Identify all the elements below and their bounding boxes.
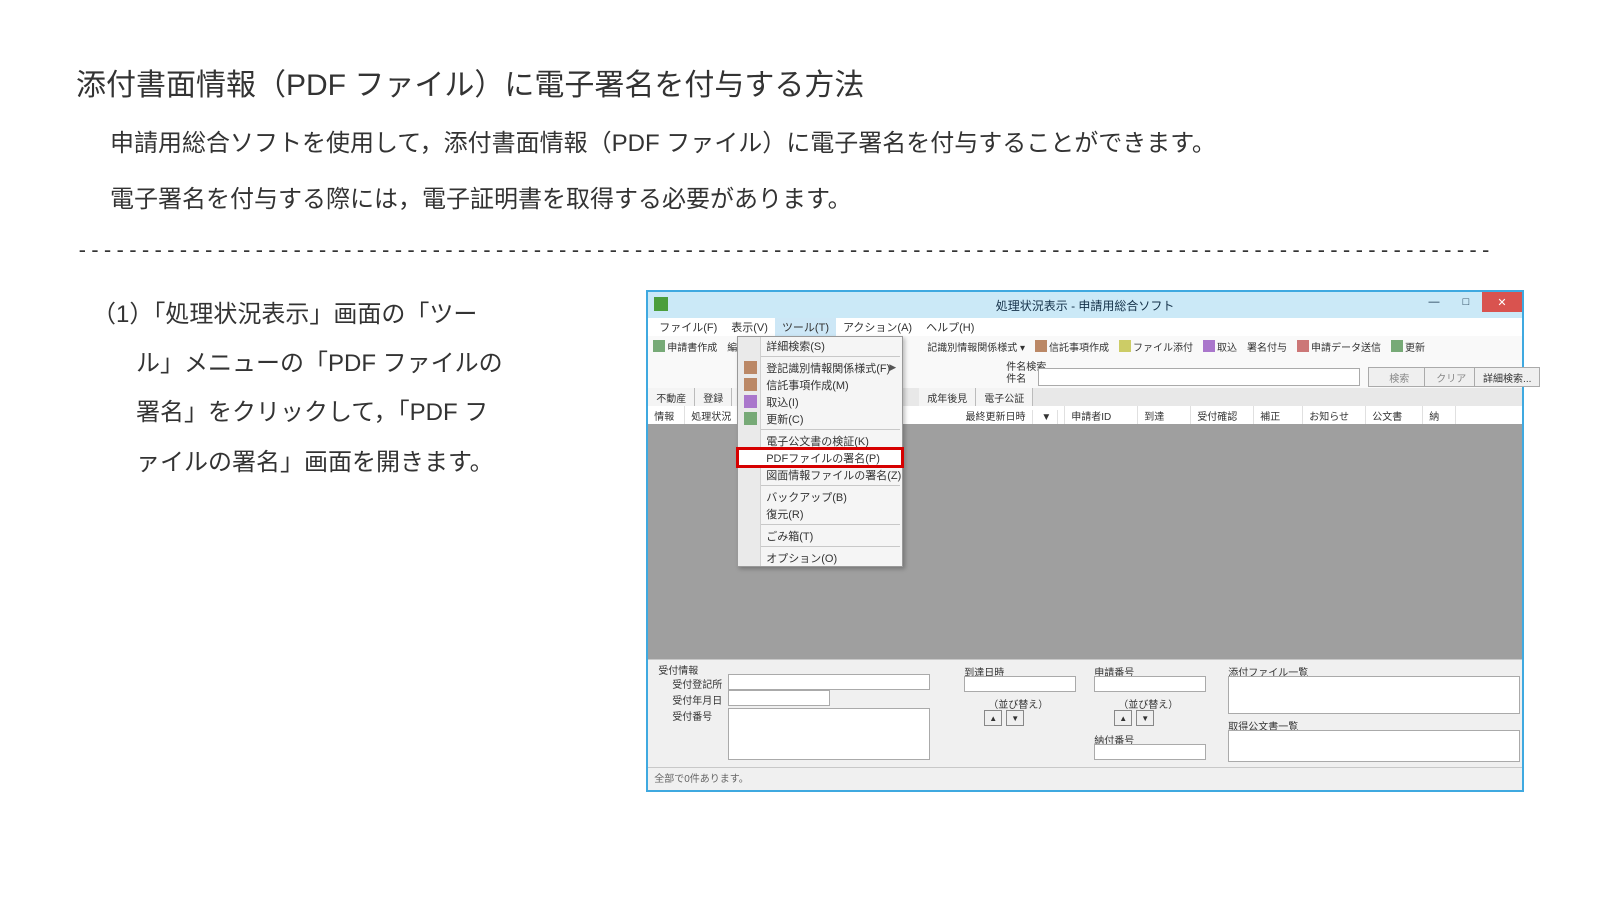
tab-guardian[interactable]: 成年後見 [919,388,976,406]
recv-group: 受付情報 [658,662,698,677]
field-number[interactable] [728,708,930,760]
mi-pdf-sign[interactable]: PDFファイルの署名(P) [738,449,902,466]
minimize-button[interactable]: — [1418,292,1450,312]
step-line3: 署名」をクリックして，「PDF フ [92,388,586,437]
tb-sign[interactable]: 署名付与 [1242,339,1292,354]
col-appid[interactable]: 申請者ID [1065,406,1138,424]
mi-backup[interactable]: バックアップ(B) [738,488,902,505]
mi-import[interactable]: 取込(I) [738,393,902,410]
step-line4: ァイルの署名」画面を開きます。 [92,438,586,487]
sort2-up[interactable]: ▲ [1114,710,1132,726]
mi-idformat[interactable]: 登記識別情報関係様式(F)▶ [738,359,902,376]
col-confirm[interactable]: 受付確認 [1191,406,1254,424]
col-arrive[interactable]: 到達 [1138,406,1191,424]
sort2-down[interactable]: ▼ [1136,710,1154,726]
field-payno[interactable] [1094,744,1206,760]
tb-refresh[interactable]: 更新 [1386,339,1430,354]
app-window: 処理状況表示 - 申請用総合ソフト — □ ✕ ファイル(F) 表示(V) ツー… [646,290,1524,792]
menu-tool[interactable]: ツール(T) [775,318,836,336]
tb-send[interactable]: 申請データ送信 [1292,339,1386,354]
doc-title: 添付書面情報（PDF ファイル）に電子署名を付与する方法 [76,60,1524,104]
search-button[interactable]: 検索 [1368,367,1430,387]
tab-notary[interactable]: 電子公証 [976,388,1033,406]
field-arrive[interactable] [964,676,1076,692]
mi-advsearch[interactable]: 詳細検索(S) [738,337,902,354]
adv-search-button[interactable]: 詳細検索... [1474,367,1540,387]
refresh-icon [1391,340,1403,352]
divider: ----------------------------------------… [76,238,1524,262]
mi-verify[interactable]: 電子公文書の検証(K) [738,432,902,449]
titlebar: 処理状況表示 - 申請用総合ソフト — □ ✕ [648,292,1522,318]
statusbar: 全部で0件あります。 [648,767,1522,790]
lbl-date: 受付年月日 [672,692,722,707]
mi-trash[interactable]: ごみ箱(T) [738,527,902,544]
col-doc[interactable]: 公文書 [1366,406,1423,424]
clear-button[interactable]: クリア [1424,367,1478,387]
mi-restore[interactable]: 復元(R) [738,505,902,522]
col-amend[interactable]: 補正 [1254,406,1303,424]
step-line2: ル」メニューの「PDF ファイルの [92,339,586,388]
field-date[interactable] [728,690,830,706]
doc-para-2: 電子署名を付与する際には，電子証明書を取得する必要があります。 [110,182,1524,218]
sort1-down[interactable]: ▼ [1006,710,1024,726]
idformat-icon [744,361,757,374]
menu-view[interactable]: 表示(V) [724,318,775,336]
step-line1: （1）「処理状況表示」画面の「ツー [92,301,477,328]
tab-realestate[interactable]: 不動産 [648,388,695,406]
attach-icon [1119,340,1131,352]
maximize-button[interactable]: □ [1450,292,1482,312]
mi-options[interactable]: オプション(O) [738,549,902,566]
field-attach[interactable] [1228,676,1520,714]
lbl-number: 受付番号 [672,708,712,723]
import-icon [1203,340,1215,352]
tab-register[interactable]: 登録 [695,388,732,406]
search-field-label: 件名 [1006,370,1026,385]
col-info[interactable]: 情報 [648,406,685,424]
tb-create[interactable]: 申請書作成 [648,339,722,354]
mi-drawing-sign[interactable]: 図面情報ファイルの署名(Z) [738,466,902,483]
lbl-sort1: （並び替え） [988,696,1048,711]
doc-para-1: 申請用総合ソフトを使用して，添付書面情報（PDF ファイル）に電子署名を付与する… [110,126,1524,162]
close-button[interactable]: ✕ [1482,292,1522,312]
window-title: 処理状況表示 - 申請用総合ソフト [648,297,1522,314]
col-notice[interactable]: お知らせ [1303,406,1366,424]
field-office[interactable] [728,674,930,690]
create-icon [653,340,665,352]
tb-idformat[interactable]: 記識別情報関係様式 ▾ [922,339,1030,354]
tb-trust[interactable]: 信託事項作成 [1030,339,1114,354]
menu-action[interactable]: アクション(A) [836,318,919,336]
lbl-sort2: （並び替え） [1118,696,1178,711]
mi-trust[interactable]: 信託事項作成(M) [738,376,902,393]
sort1-up[interactable]: ▲ [984,710,1002,726]
bottom-panel: 受付情報 受付登記所 受付年月日 受付番号 到達日時 （並び替え） ▲ ▼ 申請… [648,659,1522,772]
send-icon [1297,340,1309,352]
trust-icon [1035,340,1047,352]
field-pubdoc[interactable] [1228,730,1520,762]
mi-refresh[interactable]: 更新(C) [738,410,902,427]
field-appno[interactable] [1094,676,1206,692]
menu-help[interactable]: ヘルプ(H) [919,318,981,336]
lbl-office: 受付登記所 [672,676,722,691]
step-1-text: （1）「処理状況表示」画面の「ツー ル」メニューの「PDF ファイルの 署名」を… [92,290,586,487]
refresh-menu-icon [744,412,757,425]
tool-menu-dropdown: 詳細検索(S) 登記識別情報関係様式(F)▶ 信託事項作成(M) 取込(I) 更… [737,336,903,567]
menubar: ファイル(F) 表示(V) ツール(T) アクション(A) ヘルプ(H) [648,318,1522,337]
trust-menu-icon [744,378,757,391]
import-menu-icon [744,395,757,408]
tb-attach[interactable]: ファイル添付 [1114,339,1198,354]
tb-import[interactable]: 取込 [1198,339,1242,354]
search-input[interactable] [1038,368,1360,386]
menu-file[interactable]: ファイル(F) [652,318,724,336]
submenu-arrow-icon: ▶ [889,362,896,373]
col-pay[interactable]: 納 [1423,406,1456,424]
